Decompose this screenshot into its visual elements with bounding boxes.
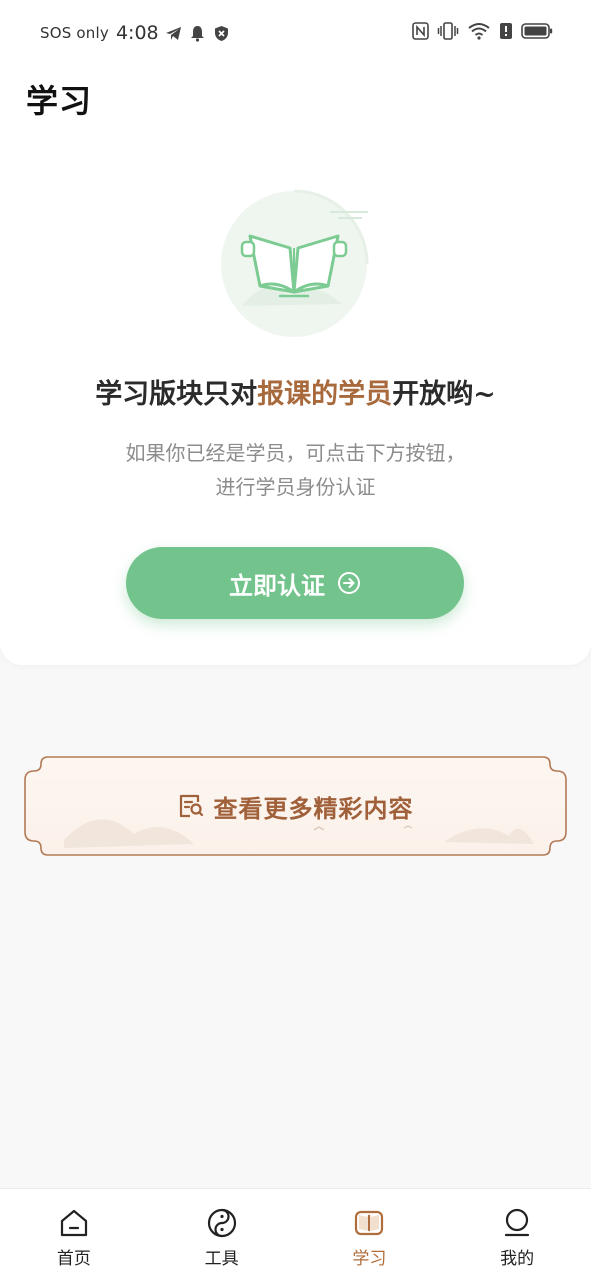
book-icon	[353, 1207, 385, 1239]
auth-notice-card: 学习 学习版块只对报课的学员开放哟~ 如果你已经是学员，可点击下方按钮， 进行学…	[0, 66, 591, 665]
desc-line-2: 进行学员身份认证	[215, 475, 376, 499]
carrier-text: SOS only	[40, 24, 109, 42]
headline-highlight: 报课的学员	[257, 379, 393, 410]
more-content-banner[interactable]: 查看更多精彩内容	[24, 756, 567, 856]
nav-item-study[interactable]: 学习	[296, 1189, 444, 1281]
shield-x-icon	[213, 24, 231, 42]
status-right	[412, 20, 553, 46]
telegram-icon	[165, 24, 183, 42]
alert-icon	[499, 22, 513, 44]
nav-label-tools: 工具	[204, 1249, 239, 1269]
desc-line-1: 如果你已经是学员，可点击下方按钮，	[125, 441, 466, 465]
verify-now-button[interactable]: 立即认证	[126, 547, 464, 619]
user-icon	[501, 1207, 533, 1239]
bell-icon	[189, 24, 207, 42]
more-content-inner: 查看更多精彩内容	[24, 756, 567, 856]
yinyang-icon	[206, 1207, 238, 1239]
headline-pre: 学习版块只对	[95, 379, 258, 410]
open-book-icon	[212, 178, 382, 348]
notice-headline: 学习版块只对报课的学员开放哟~	[0, 372, 591, 411]
arrow-right-circle-icon	[337, 571, 361, 595]
nfc-icon	[412, 22, 429, 44]
notice-description: 如果你已经是学员，可点击下方按钮， 进行学员身份认证	[0, 436, 591, 504]
verify-button-label: 立即认证	[229, 572, 325, 600]
nav-item-mine[interactable]: 我的	[443, 1189, 591, 1281]
headline-post: 开放哟~	[392, 379, 496, 410]
home-icon	[58, 1207, 90, 1239]
more-content-label: 查看更多精彩内容	[213, 794, 414, 823]
page-title: 学习	[26, 82, 93, 120]
status-left: SOS only 4:08	[40, 20, 231, 46]
wifi-icon	[467, 22, 491, 44]
battery-icon	[521, 22, 553, 44]
doc-search-icon	[178, 793, 204, 819]
vibrate-icon	[437, 22, 459, 44]
nav-item-home[interactable]: 首页	[0, 1189, 148, 1281]
status-bar: SOS only 4:08	[0, 0, 591, 66]
clock-time: 4:08	[115, 22, 159, 44]
nav-label-study: 学习	[352, 1249, 387, 1269]
nav-label-mine: 我的	[500, 1249, 535, 1269]
nav-item-tools[interactable]: 工具	[148, 1189, 296, 1281]
nav-label-home: 首页	[56, 1249, 91, 1269]
bottom-nav: 首页 工具 学习 我的	[0, 1188, 591, 1281]
